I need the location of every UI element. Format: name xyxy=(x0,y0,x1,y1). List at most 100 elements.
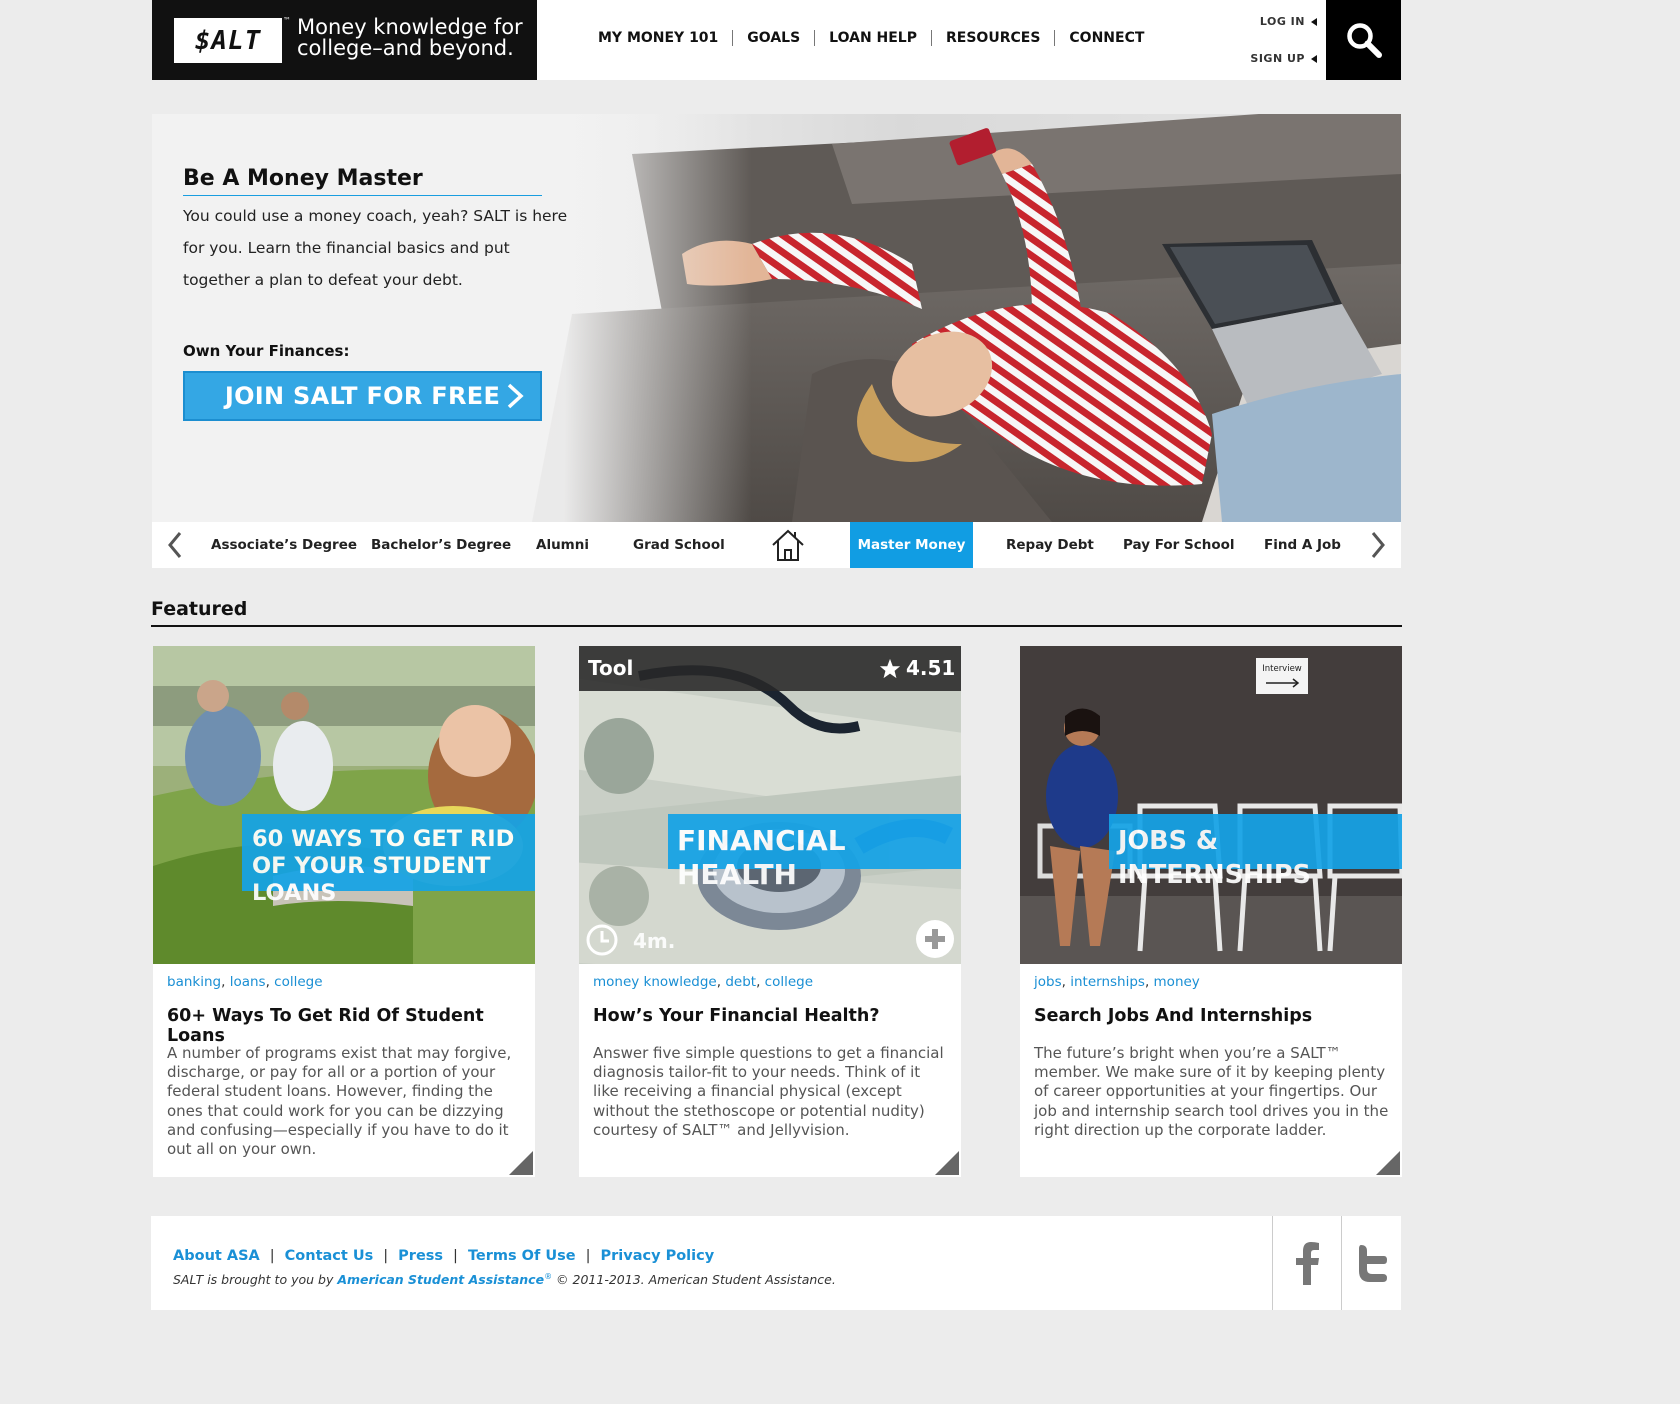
copyright-prefix: SALT is brought to you by xyxy=(173,1272,338,1288)
tagline: Money knowledge for college–and beyond. xyxy=(297,17,523,59)
salt-logo[interactable]: $ALT xyxy=(174,18,282,63)
site-header: $ALT ™ Money knowledge for college–and b… xyxy=(152,0,1401,80)
category-prev-button[interactable] xyxy=(162,522,188,568)
tag-link[interactable]: internships xyxy=(1070,974,1145,990)
separator: | xyxy=(453,1248,458,1264)
twitter-button[interactable] xyxy=(1341,1216,1401,1310)
join-salt-button[interactable]: JOIN SALT FOR FREE xyxy=(183,371,542,421)
star-icon xyxy=(879,658,901,679)
category-repay-debt[interactable]: Repay Debt xyxy=(1006,522,1094,568)
trademark-mark: ™ xyxy=(283,16,291,25)
category-bachelors-degree[interactable]: Bachelor’s Degree xyxy=(371,522,511,568)
clock-icon xyxy=(586,924,618,956)
card-title[interactable]: Search Jobs And Internships xyxy=(1034,1006,1312,1026)
page-curl-icon xyxy=(509,1151,533,1175)
category-find-a-job[interactable]: Find A Job xyxy=(1264,522,1341,568)
hero-subheading: Own Your Finances: xyxy=(183,342,350,360)
category-next-button[interactable] xyxy=(1365,522,1391,568)
twitter-icon xyxy=(1358,1245,1387,1282)
featured-card-student-loans[interactable]: 60 WAYS TO GET RID OF YOUR STUDENT LOANS… xyxy=(153,646,535,1177)
footer-link-contact-us[interactable]: Contact Us xyxy=(285,1248,374,1264)
footer-link-about-asa[interactable]: About ASA xyxy=(173,1248,260,1264)
tag-link[interactable]: debt xyxy=(725,974,756,990)
login-link[interactable]: LOG IN xyxy=(1260,15,1317,28)
nav-connect[interactable]: CONNECT xyxy=(1054,30,1158,46)
tagline-line-2: college–and beyond. xyxy=(297,36,514,60)
copyright-notice: SALT is brought to you by American Stude… xyxy=(173,1272,836,1287)
nav-loan-help[interactable]: LOAN HELP xyxy=(814,30,931,46)
hero-title: Be A Money Master xyxy=(183,166,542,196)
tag-link[interactable]: college xyxy=(765,974,813,990)
tool-type-label: Tool xyxy=(588,656,634,680)
rating-value: 4.51 xyxy=(906,656,956,680)
separator: | xyxy=(585,1248,591,1264)
card-description: A number of programs exist that may forg… xyxy=(167,1044,512,1159)
search-icon xyxy=(1346,23,1382,58)
page-curl-icon xyxy=(1376,1151,1400,1175)
category-alumni[interactable]: Alumni xyxy=(536,522,589,568)
plus-icon xyxy=(925,929,945,949)
category-associates-degree[interactable]: Associate’s Degree xyxy=(211,522,357,568)
chevron-right-icon xyxy=(507,383,524,409)
interview-waiting-photo xyxy=(1020,646,1402,964)
footer-link-press[interactable]: Press xyxy=(398,1248,443,1264)
separator: | xyxy=(383,1248,389,1264)
featured-card-jobs-internships[interactable]: Interview JOBS & INTERNSHIPS jobs, inter… xyxy=(1020,646,1402,1177)
nav-goals[interactable]: GOALS xyxy=(732,30,814,46)
copyright-suffix: © 2011-2013. American Student Assistance… xyxy=(552,1272,836,1288)
card-title[interactable]: 60+ Ways To Get Rid Of Student Loans xyxy=(167,1006,535,1046)
tool-header-bar xyxy=(579,646,961,691)
category-home-button[interactable] xyxy=(767,522,809,568)
category-bar: Associate’s Degree Bachelor’s Degree Alu… xyxy=(152,522,1401,568)
category-grad-school[interactable]: Grad School xyxy=(633,522,725,568)
main-nav: MY MONEY 101 GOALS LOAN HELP RESOURCES C… xyxy=(598,30,1158,46)
join-button-label: JOIN SALT FOR FREE xyxy=(224,382,501,410)
home-icon xyxy=(772,529,804,561)
search-button[interactable] xyxy=(1326,0,1401,80)
card-description: The future’s bright when you’re a SALT™ … xyxy=(1034,1044,1389,1139)
tag-link[interactable]: money xyxy=(1154,974,1200,990)
featured-divider xyxy=(151,625,1402,627)
card-image: 60 WAYS TO GET RID OF YOUR STUDENT LOANS xyxy=(153,646,535,964)
login-label: LOG IN xyxy=(1259,15,1305,28)
separator: | xyxy=(269,1248,275,1264)
card-image: Interview JOBS & INTERNSHIPS xyxy=(1020,646,1402,964)
chevron-left-icon xyxy=(168,532,182,558)
tag-link[interactable]: college xyxy=(274,974,322,990)
site-footer: About ASA | Contact Us | Press | Terms O… xyxy=(151,1216,1401,1310)
card-banner: 60 WAYS TO GET RID OF YOUR STUDENT LOANS xyxy=(242,814,535,906)
category-master-money[interactable]: Master Money xyxy=(850,522,973,568)
footer-link-privacy[interactable]: Privacy Policy xyxy=(601,1248,715,1264)
asa-link[interactable]: American Student Assistance xyxy=(337,1272,544,1287)
stethoscope-money-photo xyxy=(579,646,961,964)
registered-mark: ® xyxy=(544,1272,553,1281)
card-tags: banking, loans, college xyxy=(167,974,323,990)
add-button[interactable] xyxy=(916,920,954,958)
duration-label: 4m. xyxy=(633,929,676,953)
featured-card-financial-health[interactable]: Tool 4.51 FINANCIAL HEALTH 4m. money kno… xyxy=(579,646,961,1177)
hero-text: You could use a money coach, yeah? SALT … xyxy=(183,207,568,289)
card-title[interactable]: How’s Your Financial Health? xyxy=(593,1006,880,1026)
category-pay-for-school[interactable]: Pay For School xyxy=(1123,522,1235,568)
caret-left-icon xyxy=(1311,55,1317,63)
hero-banner: Be A Money Master You could use a money … xyxy=(152,114,1401,522)
facebook-button[interactable] xyxy=(1272,1216,1340,1310)
students-photo xyxy=(153,646,535,964)
card-banner: FINANCIAL HEALTH xyxy=(668,814,961,891)
tag-link[interactable]: jobs xyxy=(1034,974,1062,990)
page-curl-icon xyxy=(935,1151,959,1175)
tagline-line-1: Money knowledge for xyxy=(297,15,523,39)
signup-label: SIGN UP xyxy=(1250,52,1305,65)
nav-my-money-101[interactable]: MY MONEY 101 xyxy=(598,30,732,46)
logo-block[interactable]: $ALT ™ Money knowledge for college–and b… xyxy=(152,0,537,80)
tag-link[interactable]: banking xyxy=(167,974,221,990)
footer-link-terms[interactable]: Terms Of Use xyxy=(468,1248,576,1264)
tag-link[interactable]: loans xyxy=(230,974,266,990)
caret-left-icon xyxy=(1311,18,1317,26)
card-tags: money knowledge, debt, college xyxy=(593,974,814,990)
signup-link[interactable]: SIGN UP xyxy=(1250,52,1317,65)
card-tags: jobs, internships, money xyxy=(1034,974,1200,990)
card-banner: JOBS & INTERNSHIPS xyxy=(1109,814,1402,890)
tag-link[interactable]: money knowledge xyxy=(593,974,717,990)
nav-resources[interactable]: RESOURCES xyxy=(931,30,1054,46)
